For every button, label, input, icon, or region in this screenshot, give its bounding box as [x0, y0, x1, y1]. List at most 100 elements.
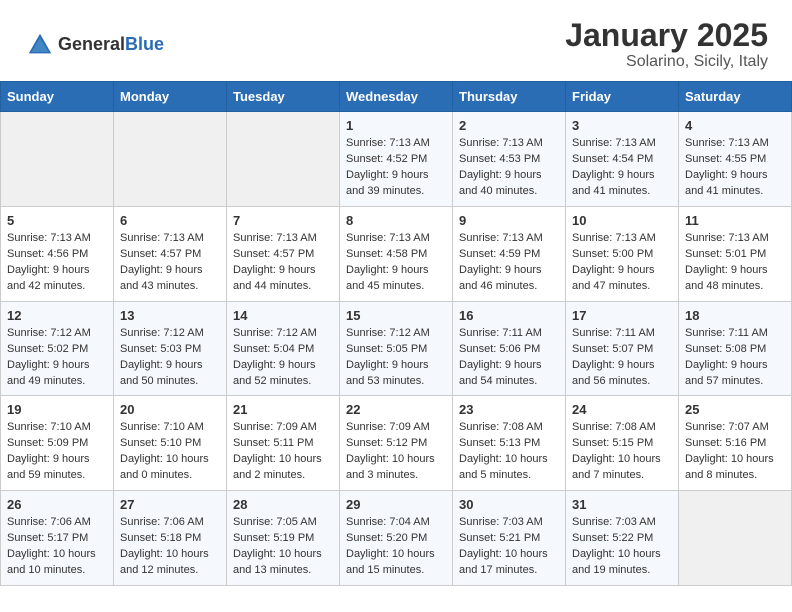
col-header-monday: Monday: [114, 82, 227, 112]
calendar-cell: 22 Sunrise: 7:09 AM Sunset: 5:12 PM Dayli…: [340, 396, 453, 491]
calendar-cell: 26 Sunrise: 7:06 AM Sunset: 5:17 PM Dayli…: [1, 491, 114, 586]
day-info: Sunrise: 7:13 AM Sunset: 4:54 PM Dayligh…: [572, 136, 672, 200]
calendar-cell: 7 Sunrise: 7:13 AM Sunset: 4:57 PM Daylig…: [227, 206, 340, 301]
calendar-cell: 4 Sunrise: 7:13 AM Sunset: 4:55 PM Daylig…: [679, 112, 792, 207]
day-number: 16: [459, 308, 559, 323]
calendar-cell: 21Sunrise: 7:09 AM Sunset: 5:11 PM Dayli…: [227, 396, 340, 491]
day-number: 25: [685, 402, 785, 417]
col-header-tuesday: Tuesday: [227, 82, 340, 112]
day-number: 3: [572, 118, 672, 133]
day-info: Sunrise: 7:09 AM Sunset: 5:12 PM Dayligh…: [346, 420, 446, 484]
calendar-cell: [1, 112, 114, 207]
calendar-week-row: 19 Sunrise: 7:10 AM Sunset: 5:09 PM Dayli…: [1, 396, 792, 491]
day-number: 14: [233, 308, 333, 323]
calendar-cell: 17Sunrise: 7:11 AM Sunset: 5:07 PM Dayli…: [566, 301, 679, 396]
calendar-week-row: 12Sunrise: 7:12 AM Sunset: 5:02 PM Dayli…: [1, 301, 792, 396]
day-number: 4: [685, 118, 785, 133]
day-info: Sunrise: 7:13 AM Sunset: 4:55 PM Dayligh…: [685, 136, 785, 200]
calendar-week-row: 1 Sunrise: 7:13 AM Sunset: 4:52 PM Daylig…: [1, 112, 792, 207]
calendar-cell: 16 Sunrise: 7:11 AM Sunset: 5:06 PM Dayli…: [453, 301, 566, 396]
calendar-cell: 6 Sunrise: 7:13 AM Sunset: 4:57 PM Daylig…: [114, 206, 227, 301]
day-info: Sunrise: 7:04 AM Sunset: 5:20 PM Dayligh…: [346, 515, 446, 579]
logo-blue-text: Blue: [125, 34, 164, 54]
calendar-cell: 19 Sunrise: 7:10 AM Sunset: 5:09 PM Dayli…: [1, 396, 114, 491]
day-info: Sunrise: 7:03 AM Sunset: 5:21 PM Dayligh…: [459, 515, 559, 579]
day-number: 6: [120, 213, 220, 228]
day-info: Sunrise: 7:09 AM Sunset: 5:11 PM Dayligh…: [233, 420, 333, 484]
day-number: 19: [7, 402, 107, 417]
day-info: Sunrise: 7:08 AM Sunset: 5:13 PM Dayligh…: [459, 420, 559, 484]
day-number: 15: [346, 308, 446, 323]
calendar-header-row: SundayMondayTuesdayWednesdayThursdayFrid…: [1, 82, 792, 112]
day-number: 31: [572, 497, 672, 512]
calendar-cell: 29Sunrise: 7:04 AM Sunset: 5:20 PM Dayli…: [340, 491, 453, 586]
day-info: Sunrise: 7:13 AM Sunset: 4:57 PM Dayligh…: [233, 231, 333, 295]
day-info: Sunrise: 7:12 AM Sunset: 5:03 PM Dayligh…: [120, 326, 220, 390]
day-info: Sunrise: 7:06 AM Sunset: 5:18 PM Dayligh…: [120, 515, 220, 579]
calendar-cell: 20Sunrise: 7:10 AM Sunset: 5:10 PM Dayli…: [114, 396, 227, 491]
day-info: Sunrise: 7:13 AM Sunset: 4:59 PM Dayligh…: [459, 231, 559, 295]
day-number: 27: [120, 497, 220, 512]
day-info: Sunrise: 7:11 AM Sunset: 5:06 PM Dayligh…: [459, 326, 559, 390]
col-header-wednesday: Wednesday: [340, 82, 453, 112]
day-number: 10: [572, 213, 672, 228]
calendar-subtitle: Solarino, Sicily, Italy: [565, 53, 768, 71]
day-info: Sunrise: 7:13 AM Sunset: 4:58 PM Dayligh…: [346, 231, 446, 295]
day-number: 11: [685, 213, 785, 228]
day-info: Sunrise: 7:13 AM Sunset: 4:56 PM Dayligh…: [7, 231, 107, 295]
day-info: Sunrise: 7:13 AM Sunset: 4:52 PM Dayligh…: [346, 136, 446, 200]
day-info: Sunrise: 7:12 AM Sunset: 5:02 PM Dayligh…: [7, 326, 107, 390]
calendar-cell: 12Sunrise: 7:12 AM Sunset: 5:02 PM Dayli…: [1, 301, 114, 396]
day-info: Sunrise: 7:06 AM Sunset: 5:17 PM Dayligh…: [7, 515, 107, 579]
title-block: January 2025 Solarino, Sicily, Italy: [565, 18, 768, 71]
calendar-cell: 13 Sunrise: 7:12 AM Sunset: 5:03 PM Dayli…: [114, 301, 227, 396]
day-number: 26: [7, 497, 107, 512]
day-info: Sunrise: 7:08 AM Sunset: 5:15 PM Dayligh…: [572, 420, 672, 484]
day-info: Sunrise: 7:13 AM Sunset: 5:01 PM Dayligh…: [685, 231, 785, 295]
calendar-cell: 1 Sunrise: 7:13 AM Sunset: 4:52 PM Daylig…: [340, 112, 453, 207]
day-number: 2: [459, 118, 559, 133]
col-header-saturday: Saturday: [679, 82, 792, 112]
calendar-cell: 2 Sunrise: 7:13 AM Sunset: 4:53 PM Daylig…: [453, 112, 566, 207]
day-number: 20: [120, 402, 220, 417]
day-number: 22: [346, 402, 446, 417]
day-number: 1: [346, 118, 446, 133]
calendar-cell: 14 Sunrise: 7:12 AM Sunset: 5:04 PM Dayli…: [227, 301, 340, 396]
day-number: 5: [7, 213, 107, 228]
day-info: Sunrise: 7:13 AM Sunset: 4:57 PM Dayligh…: [120, 231, 220, 295]
day-number: 9: [459, 213, 559, 228]
calendar-title: January 2025: [565, 18, 768, 53]
day-number: 24: [572, 402, 672, 417]
calendar-cell: 8 Sunrise: 7:13 AM Sunset: 4:58 PM Daylig…: [340, 206, 453, 301]
calendar-cell: 23Sunrise: 7:08 AM Sunset: 5:13 PM Dayli…: [453, 396, 566, 491]
calendar-cell: 3 Sunrise: 7:13 AM Sunset: 4:54 PM Daylig…: [566, 112, 679, 207]
logo-icon: [26, 31, 54, 59]
day-number: 18: [685, 308, 785, 323]
day-info: Sunrise: 7:10 AM Sunset: 5:09 PM Dayligh…: [7, 420, 107, 484]
calendar-cell: 24 Sunrise: 7:08 AM Sunset: 5:15 PM Dayli…: [566, 396, 679, 491]
day-number: 13: [120, 308, 220, 323]
calendar-cell: 10 Sunrise: 7:13 AM Sunset: 5:00 PM Dayli…: [566, 206, 679, 301]
col-header-friday: Friday: [566, 82, 679, 112]
day-info: Sunrise: 7:12 AM Sunset: 5:04 PM Dayligh…: [233, 326, 333, 390]
day-info: Sunrise: 7:13 AM Sunset: 4:53 PM Dayligh…: [459, 136, 559, 200]
logo: GeneralBlue: [24, 31, 164, 59]
day-number: 30: [459, 497, 559, 512]
day-number: 28: [233, 497, 333, 512]
calendar-cell: 27 Sunrise: 7:06 AM Sunset: 5:18 PM Dayli…: [114, 491, 227, 586]
calendar-table: SundayMondayTuesdayWednesdayThursdayFrid…: [0, 81, 792, 586]
calendar-cell: 15 Sunrise: 7:12 AM Sunset: 5:05 PM Dayli…: [340, 301, 453, 396]
day-info: Sunrise: 7:11 AM Sunset: 5:08 PM Dayligh…: [685, 326, 785, 390]
day-number: 8: [346, 213, 446, 228]
day-info: Sunrise: 7:13 AM Sunset: 5:00 PM Dayligh…: [572, 231, 672, 295]
calendar-cell: 31 Sunrise: 7:03 AM Sunset: 5:22 PM Dayli…: [566, 491, 679, 586]
logo-general-text: General: [58, 34, 125, 54]
calendar-cell: 28Sunrise: 7:05 AM Sunset: 5:19 PM Dayli…: [227, 491, 340, 586]
day-number: 7: [233, 213, 333, 228]
day-number: 17: [572, 308, 672, 323]
calendar-cell: 9 Sunrise: 7:13 AM Sunset: 4:59 PM Daylig…: [453, 206, 566, 301]
calendar-cell: [114, 112, 227, 207]
calendar-cell: [227, 112, 340, 207]
day-info: Sunrise: 7:03 AM Sunset: 5:22 PM Dayligh…: [572, 515, 672, 579]
day-info: Sunrise: 7:12 AM Sunset: 5:05 PM Dayligh…: [346, 326, 446, 390]
